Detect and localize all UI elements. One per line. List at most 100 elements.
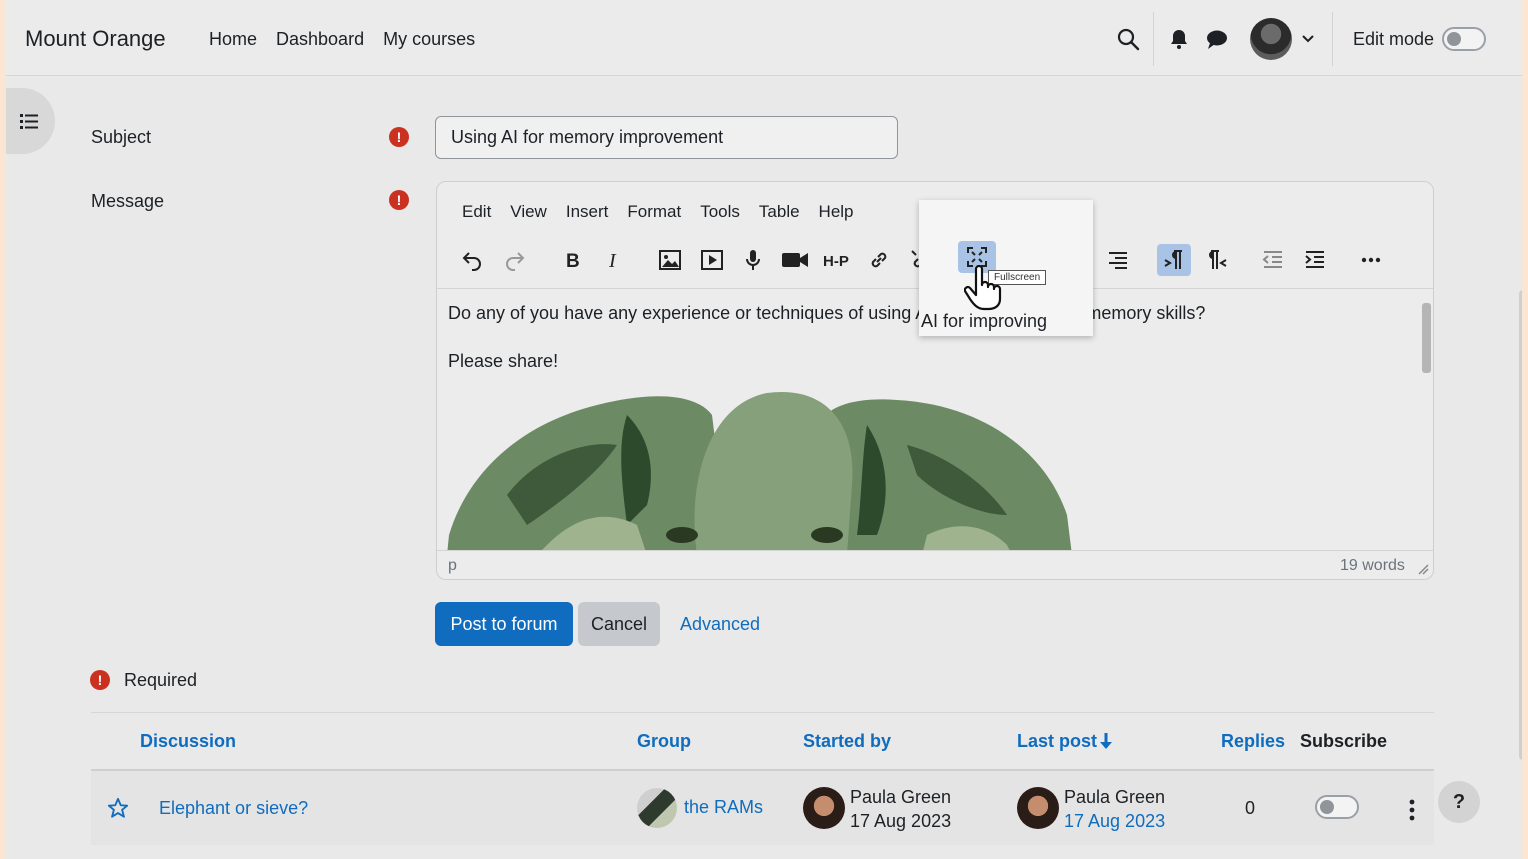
- started-by-name: Paula Green: [850, 787, 952, 807]
- help-button[interactable]: ?: [1438, 781, 1480, 823]
- primary-navigation: Home Dashboard My courses: [209, 29, 475, 50]
- cancel-button[interactable]: Cancel: [578, 602, 660, 646]
- nav-link-dashboard[interactable]: Dashboard: [276, 29, 364, 50]
- required-exclamation-icon: !: [389, 127, 409, 147]
- edit-mode-toggle[interactable]: [1442, 27, 1486, 51]
- undo-button[interactable]: [455, 244, 489, 276]
- editor-scrollbar[interactable]: [1419, 289, 1433, 550]
- column-header-discussion[interactable]: Discussion: [140, 731, 236, 752]
- group-picture: [637, 788, 677, 828]
- more-horizontal-icon: [1361, 257, 1381, 263]
- menu-edit[interactable]: Edit: [462, 202, 491, 222]
- post-to-forum-button[interactable]: Post to forum: [435, 602, 573, 646]
- column-header-replies[interactable]: Replies: [1221, 731, 1285, 752]
- discussion-title-link[interactable]: Elephant or sieve?: [159, 798, 308, 819]
- more-actions-kebab-icon[interactable]: [1408, 799, 1416, 821]
- redo-icon: [506, 252, 525, 271]
- left-to-right-button[interactable]: [1157, 244, 1191, 276]
- menu-tools[interactable]: Tools: [700, 202, 740, 222]
- menu-help[interactable]: Help: [819, 202, 854, 222]
- bold-button[interactable]: B: [555, 244, 589, 276]
- last-post-author: Paula Green: [1064, 787, 1166, 807]
- notifications-bell-icon[interactable]: [1167, 27, 1191, 51]
- navbar-divider: [1332, 12, 1333, 66]
- column-header-started-by[interactable]: Started by: [803, 731, 891, 752]
- site-brand[interactable]: Mount Orange: [25, 26, 166, 52]
- indent-icon: [1305, 251, 1324, 268]
- editor-menubar: Edit View Insert Format Tools Table Help: [462, 202, 854, 222]
- rtl-direction-icon: [1209, 250, 1227, 269]
- insert-image-button[interactable]: [653, 244, 687, 276]
- last-post-date-link[interactable]: 17 Aug 2023: [1064, 811, 1165, 832]
- edit-mode-label: Edit mode: [1353, 29, 1435, 49]
- list-icon: [20, 114, 38, 129]
- required-exclamation-icon: !: [90, 670, 110, 690]
- menu-insert[interactable]: Insert: [566, 202, 609, 222]
- star-favourite-icon[interactable]: [107, 797, 129, 819]
- right-to-left-button[interactable]: [1200, 244, 1234, 276]
- redo-button[interactable]: [498, 244, 532, 276]
- subscribe-toggle[interactable]: [1315, 795, 1359, 819]
- indent-button[interactable]: [1298, 244, 1332, 276]
- menu-table[interactable]: Table: [759, 202, 800, 222]
- menu-format[interactable]: Format: [627, 202, 681, 222]
- microphone-icon: [746, 250, 760, 270]
- zoomed-text-fragment: AI for improving: [919, 303, 1093, 336]
- italic-button[interactable]: I: [596, 244, 630, 276]
- italic-icon: I: [608, 250, 617, 272]
- messages-chat-icon[interactable]: [1205, 27, 1229, 51]
- video-camera-icon: [782, 253, 808, 267]
- menu-view[interactable]: View: [510, 202, 547, 222]
- word-count[interactable]: 19 words: [1340, 557, 1405, 575]
- message-paragraph: Please share!: [448, 351, 559, 371]
- nav-link-my-courses[interactable]: My courses: [383, 29, 475, 50]
- link-icon: [871, 252, 887, 268]
- undo-icon: [462, 252, 481, 271]
- hand-pointer-cursor-icon: [964, 265, 1002, 311]
- column-header-subscribe: Subscribe: [1300, 731, 1388, 751]
- svg-text:H-P: H-P: [823, 253, 849, 270]
- outdent-button[interactable]: [1256, 244, 1290, 276]
- course-index-drawer-button[interactable]: [6, 88, 55, 154]
- element-path[interactable]: p: [448, 557, 457, 575]
- search-icon[interactable]: [1116, 27, 1140, 51]
- image-icon: [659, 250, 681, 270]
- last-post-avatar: [1017, 787, 1059, 829]
- required-legend: Required: [124, 670, 198, 690]
- column-header-last-post[interactable]: Last post: [1017, 731, 1097, 752]
- record-audio-button[interactable]: [736, 244, 770, 276]
- started-by-date: 17 Aug 2023: [850, 811, 952, 831]
- insert-media-button[interactable]: [695, 244, 729, 276]
- editor-scroll-thumb[interactable]: [1422, 303, 1431, 373]
- svg-text:B: B: [566, 251, 580, 272]
- column-header-group[interactable]: Group: [637, 731, 691, 752]
- nav-link-home[interactable]: Home: [209, 29, 257, 50]
- user-menu-chevron-down-icon[interactable]: [1301, 32, 1315, 46]
- media-icon: [701, 250, 723, 270]
- resize-handle-icon[interactable]: [1417, 563, 1429, 575]
- editor-statusbar: p 19 words: [437, 550, 1433, 579]
- section-divider: [91, 712, 1434, 713]
- elephant-illustration: [447, 392, 1072, 550]
- fullscreen-hover-panel: AI for improving: [919, 200, 1093, 336]
- more-tools-button[interactable]: [1354, 244, 1388, 276]
- bold-icon: B: [566, 251, 580, 272]
- required-exclamation-icon: !: [389, 190, 409, 210]
- align-right-button[interactable]: [1101, 244, 1135, 276]
- page-scrollbar[interactable]: [1519, 290, 1522, 760]
- outdent-icon: [1262, 251, 1282, 268]
- sort-descending-arrow-icon[interactable]: [1099, 732, 1113, 750]
- subject-input[interactable]: Using AI for memory improvement: [435, 116, 898, 159]
- browser-frame: Mount Orange Home Dashboard My courses E…: [6, 0, 1522, 859]
- ltr-direction-icon: [1164, 250, 1182, 269]
- record-video-button[interactable]: [778, 244, 812, 276]
- link-button[interactable]: [862, 244, 896, 276]
- replies-count: 0: [1245, 798, 1256, 818]
- svg-text:I: I: [608, 250, 617, 272]
- navbar-divider: [1153, 12, 1154, 66]
- group-name-link[interactable]: the RAMs: [684, 797, 763, 818]
- h5p-button[interactable]: H-P: [821, 244, 855, 276]
- advanced-link[interactable]: Advanced: [680, 614, 760, 635]
- started-by-avatar: [803, 787, 845, 829]
- user-avatar[interactable]: [1250, 18, 1292, 60]
